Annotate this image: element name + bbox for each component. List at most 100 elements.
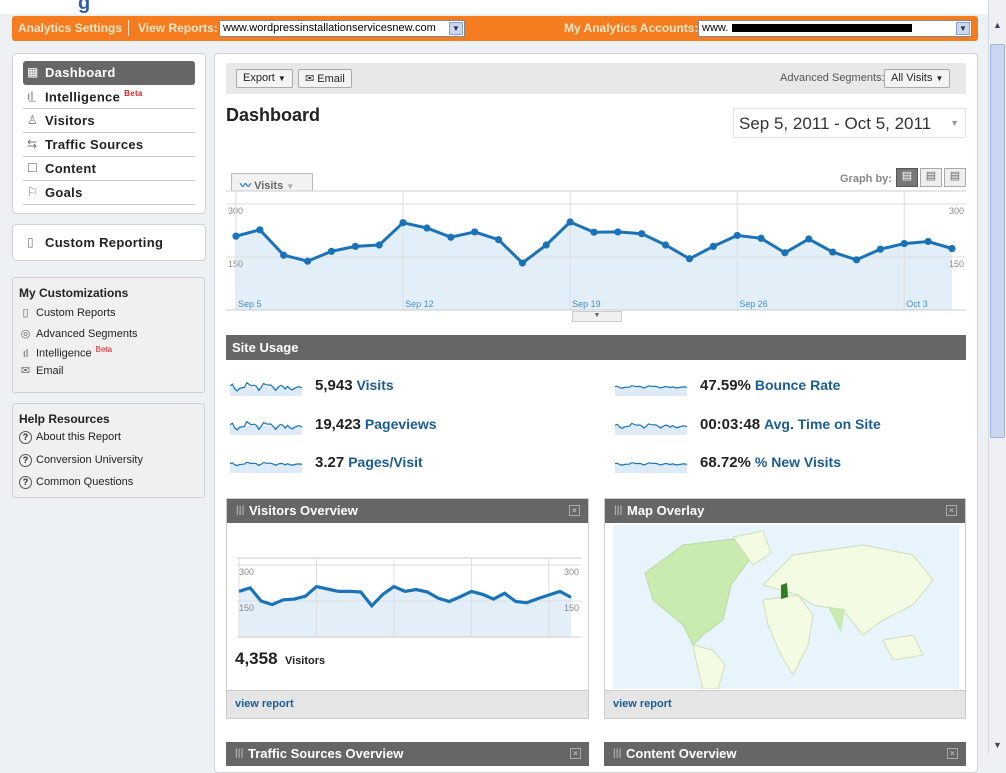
visitors-chart: 300 300 150 150 [237,557,581,638]
header-bar: Analytics Settings View Reports: www.wor… [12,16,978,41]
scroll-down-icon[interactable]: ▼ [993,740,1002,750]
graph-by-month-button[interactable]: ▤ [944,168,966,187]
data-point[interactable] [685,255,694,263]
data-point[interactable] [232,232,240,240]
data-point[interactable] [852,256,861,264]
metric-link[interactable]: Pages/Visit [348,454,422,470]
nav-label: Traffic Sources [45,137,144,152]
custom-reporting-link[interactable]: ▯ Custom Reporting [23,231,195,255]
data-point[interactable] [662,241,670,249]
data-point[interactable] [948,244,956,253]
world-map[interactable] [613,525,959,689]
metric-link[interactable]: Pageviews [365,416,437,432]
data-point[interactable] [733,231,741,240]
sidebar-item-content[interactable]: ☐ Content [23,157,195,181]
nav-label: Dashboard [45,65,116,80]
conversion-university-link[interactable]: ? Conversion University [19,454,143,467]
data-point[interactable] [900,239,908,248]
my-accounts-select[interactable]: www. ▼ [698,20,972,37]
x-tick-label: Sep 5 [238,299,262,309]
data-point[interactable] [304,257,312,265]
sidebar-item-dashboard[interactable]: ▦ Dashboard [23,61,195,85]
data-point[interactable] [876,245,885,253]
redacted-bar [732,24,913,33]
metric-link[interactable]: Avg. Time on Site [764,416,881,432]
graph-by-week-button[interactable]: ▤ [920,168,942,187]
analytics-settings-link[interactable]: Analytics Settings [18,21,122,35]
metric-select[interactable]: 〰 Visits ▼ [231,173,313,192]
widget-header[interactable]: ||| Map Overlay × [605,499,965,523]
data-point[interactable] [447,233,455,241]
widget-header[interactable]: ||| Traffic Sources Overview × [226,742,589,766]
intelligence-link[interactable]: ıl Intelligence Beta [19,345,112,360]
panel-heading: Help Resources [19,412,110,426]
metric-value: 68.72% [700,454,751,471]
data-point[interactable] [566,218,574,226]
close-icon[interactable]: × [946,505,957,516]
collapse-chart-handle[interactable]: ▼ [572,311,622,322]
metric-link[interactable]: Bounce Rate [755,377,841,393]
metric-bounce-rate: 47.59% Bounce Rate [700,377,840,394]
data-point[interactable] [327,247,336,255]
data-point[interactable] [256,226,264,234]
data-point[interactable] [781,249,789,257]
metric-link[interactable]: % New Visits [755,454,841,470]
data-point[interactable] [757,234,765,242]
date-range-picker[interactable]: Sep 5, 2011 - Oct 5, 2011 ▼ [733,108,966,138]
sidebar-item-intelligence[interactable]: ıl̲ Intelligence Beta [23,85,195,109]
data-point[interactable] [423,224,431,232]
intelligence-icon: ıl̲ [27,89,34,103]
data-point[interactable] [614,228,622,236]
data-point[interactable] [590,228,598,236]
data-point[interactable] [709,242,717,250]
view-report-link[interactable]: view report [613,698,672,710]
segments-select[interactable]: All Visits ▼ [884,69,951,88]
common-questions-link[interactable]: ? Common Questions [19,476,133,489]
sidebar-item-goals[interactable]: ⚐ Goals [23,181,195,205]
item-label: About this Report [36,431,121,443]
data-point[interactable] [351,242,359,250]
view-reports-select[interactable]: www.wordpressinstallationservicesnew.com… [219,20,465,37]
data-point[interactable] [805,235,813,243]
data-point[interactable] [280,251,288,259]
drag-handle-icon[interactable]: ||| [236,505,244,516]
email-link[interactable]: ✉ Email [19,364,64,377]
nav-label: Content [45,161,97,176]
widget-header[interactable]: ||| Visitors Overview × [227,499,588,523]
custom-reports-link[interactable]: ▯ Custom Reports [19,306,115,319]
section-title: Site Usage [232,340,299,355]
data-point[interactable] [399,219,407,227]
widget-header[interactable]: ||| Content Overview × [604,742,966,766]
email-button[interactable]: ✉ Email [298,69,352,88]
data-point[interactable] [375,241,383,249]
export-button[interactable]: Export ▼ [236,69,293,88]
graph-by-day-button[interactable]: ▤ [896,168,918,187]
data-point[interactable] [542,241,550,249]
sidebar-item-traffic-sources[interactable]: ⇆ Traffic Sources [23,133,195,157]
metric-pages-visit: 3.27 Pages/Visit [315,454,423,471]
data-point[interactable] [494,236,503,244]
divider [128,20,129,36]
y-tick-label-left: 300 [239,567,254,577]
metric-visits: 5,943 Visits [315,377,394,394]
site-usage-header: Site Usage [226,335,966,360]
sidebar-item-visitors[interactable]: ♙ Visitors [23,109,195,133]
metric-link[interactable]: Visits [357,377,394,393]
scroll-thumb[interactable] [990,44,1005,438]
segments-value: All Visits [891,72,933,84]
chevron-down-icon: ▼ [449,22,463,35]
advanced-segments-link[interactable]: ◎ Advanced Segments [19,327,138,340]
data-point[interactable] [638,230,646,238]
graph-by-label: Graph by: [840,173,892,185]
scroll-up-icon[interactable]: ▲ [993,20,1002,30]
widget-title: Map Overlay [627,503,705,518]
view-report-link[interactable]: view report [235,698,294,710]
drag-handle-icon[interactable]: ||| [614,505,622,516]
visitors-overview-widget: ||| Visitors Overview × 300 300 150 150 4,358… [226,498,589,719]
data-point[interactable] [829,248,837,256]
close-icon[interactable]: × [569,505,580,516]
about-report-link[interactable]: ? About this Report [19,431,121,444]
data-point[interactable] [518,259,526,267]
data-point[interactable] [471,228,479,236]
data-point[interactable] [924,237,932,246]
